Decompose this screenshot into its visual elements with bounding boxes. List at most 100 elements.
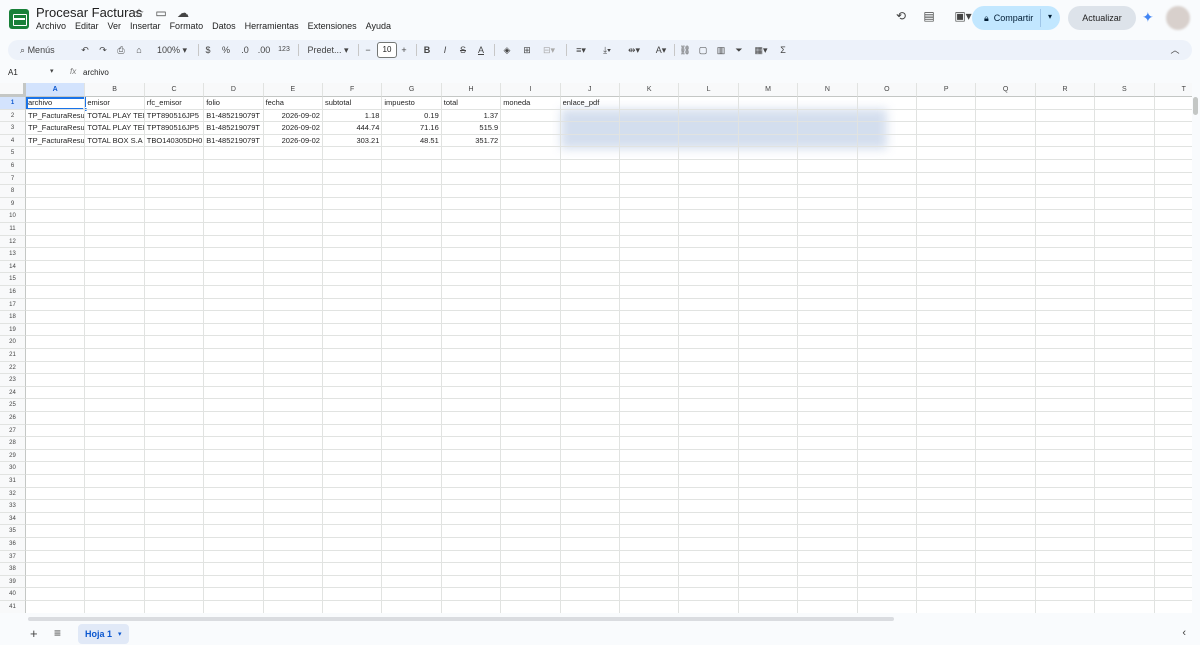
row-header[interactable]: 29 (0, 449, 26, 463)
menus-search[interactable]: ⌕ Menús (16, 40, 76, 60)
chevron-down-icon[interactable]: ▾ (1048, 12, 1052, 21)
row-header[interactable]: 27 (0, 424, 26, 438)
row-header[interactable]: 6 (0, 160, 26, 173)
align-horizontal-icon[interactable]: ≡▾ (570, 40, 592, 60)
row-header[interactable]: 23 (0, 374, 26, 387)
row-header[interactable]: 1 (0, 97, 26, 110)
font-size-decrease-button[interactable]: − (362, 40, 374, 60)
table-cell[interactable]: TOTAL BOX S.A (85, 135, 143, 148)
chevron-down-icon[interactable]: ▾ (118, 630, 122, 638)
cloud-icon[interactable]: ☁ (175, 6, 191, 20)
vertical-scrollbar[interactable] (1193, 97, 1198, 607)
table-cell[interactable]: 2026-09-02 (264, 122, 322, 135)
row-header[interactable]: 38 (0, 563, 26, 576)
header-cell[interactable]: enlace_pdf (561, 97, 619, 110)
column-header[interactable]: C (144, 83, 205, 97)
header-cell[interactable]: archivo (26, 97, 84, 110)
menu-datos[interactable]: Datos (212, 21, 236, 31)
insert-chart-icon[interactable]: ▥ (714, 40, 728, 60)
table-cell[interactable]: 444.74 (323, 122, 381, 135)
borders-icon[interactable]: ⊞ (520, 40, 534, 60)
folder-icon[interactable]: ▭ (153, 6, 169, 20)
currency-format-button[interactable]: $ (202, 40, 214, 60)
table-cell[interactable]: 1.37 (442, 110, 500, 123)
row-header[interactable]: 12 (0, 235, 26, 249)
column-header[interactable]: T (1154, 83, 1192, 97)
menu-herramientas[interactable]: Herramientas (245, 21, 299, 31)
column-header[interactable]: G (382, 83, 442, 97)
column-header[interactable]: E (263, 83, 323, 97)
horizontal-scrollbar[interactable] (28, 617, 894, 621)
header-cell[interactable]: subtotal (323, 97, 381, 110)
row-header[interactable]: 4 (0, 134, 26, 148)
row-header[interactable]: 9 (0, 197, 26, 211)
header-cell[interactable]: rfc_emisor (145, 97, 203, 110)
menu-ayuda[interactable]: Ayuda (366, 21, 391, 31)
row-header[interactable]: 28 (0, 437, 26, 450)
table-cell[interactable]: 2026-09-02 (264, 135, 322, 148)
text-wrap-icon[interactable]: ⇹▾ (622, 40, 646, 60)
table-cell[interactable]: TPT890516JP5 (145, 122, 203, 135)
table-cell[interactable]: B1-485219079T (204, 110, 262, 123)
header-cell[interactable]: emisor (85, 97, 143, 110)
row-header[interactable]: 13 (0, 248, 26, 261)
row-header[interactable]: 20 (0, 336, 26, 349)
row-header[interactable]: 19 (0, 323, 26, 337)
table-cell[interactable] (501, 135, 559, 148)
column-header[interactable]: O (857, 83, 917, 97)
row-header[interactable]: 8 (0, 185, 26, 198)
row-header[interactable]: 26 (0, 412, 26, 425)
header-cell[interactable]: folio (204, 97, 262, 110)
header-cell[interactable]: total (442, 97, 500, 110)
row-header[interactable]: 17 (0, 298, 26, 312)
row-header[interactable]: 10 (0, 210, 26, 223)
table-cell[interactable]: B1-485219079T (204, 135, 262, 148)
gemini-icon[interactable]: ✦ (1142, 9, 1154, 26)
spreadsheet-grid[interactable]: A B C D E F G H I J K L M N O P Q R S T 1 2 3 4 5 6 7 8 9 10 11 12 13 14 1… (0, 83, 1192, 613)
row-header[interactable]: 15 (0, 273, 26, 286)
table-cell[interactable]: TP_FacturaResumen (26, 110, 84, 123)
table-cell[interactable]: B1-485219079T (204, 122, 262, 135)
italic-button[interactable]: I (438, 40, 452, 60)
table-cell[interactable]: 2026-09-02 (264, 110, 322, 123)
row-header[interactable]: 40 (0, 588, 26, 601)
row-header[interactable]: 3 (0, 122, 26, 135)
row-header[interactable]: 30 (0, 462, 26, 475)
menu-ver[interactable]: Ver (108, 21, 122, 31)
table-cell[interactable]: TP_FacturaResumen (26, 122, 84, 135)
menu-editar[interactable]: Editar (75, 21, 99, 31)
insert-link-icon[interactable]: ⛓ (678, 40, 692, 60)
sheets-logo-icon[interactable] (9, 9, 29, 29)
history-icon[interactable]: ⟲ (892, 9, 910, 27)
row-header[interactable]: 18 (0, 311, 26, 324)
column-header[interactable]: R (1035, 83, 1096, 97)
insert-comment-icon[interactable]: ▢ (696, 40, 710, 60)
text-rotation-icon[interactable]: A▾ (650, 40, 672, 60)
column-header[interactable]: B (85, 83, 145, 97)
increase-decimal-button[interactable]: .00 (256, 40, 272, 60)
decrease-decimal-button[interactable]: .0 (238, 40, 252, 60)
share-button[interactable]: 🔒︎ Compartir ▾ (972, 6, 1060, 30)
table-cell[interactable]: 71.16 (382, 122, 440, 135)
column-header[interactable]: P (917, 83, 977, 97)
table-cell[interactable]: TOTAL PLAY TELECOMUNICACIONES (85, 110, 143, 123)
row-header[interactable]: 36 (0, 538, 26, 551)
table-cell[interactable]: TPT890516JP5 (145, 110, 203, 123)
table-cell[interactable]: 303.21 (323, 135, 381, 148)
column-header[interactable]: A (26, 83, 86, 97)
table-cell[interactable]: TP_FacturaResumen (26, 135, 84, 148)
undo-icon[interactable]: ↶ (78, 40, 92, 60)
row-header[interactable]: 7 (0, 172, 26, 186)
header-cell[interactable]: moneda (501, 97, 559, 110)
table-cell[interactable]: 515.9 (442, 122, 500, 135)
video-icon[interactable]: ▣▾ (952, 9, 974, 27)
formula-input[interactable]: archivo (83, 68, 109, 77)
row-header[interactable]: 34 (0, 512, 26, 526)
print-icon[interactable]: ⎙ (114, 40, 128, 60)
column-header[interactable]: J (560, 83, 620, 97)
font-size-input[interactable]: 10 (377, 42, 397, 58)
menu-insertar[interactable]: Insertar (130, 21, 161, 31)
chevron-down-icon[interactable]: ▾ (50, 67, 54, 75)
row-header[interactable]: 14 (0, 260, 26, 274)
document-title[interactable]: Procesar Facturas (36, 5, 142, 20)
